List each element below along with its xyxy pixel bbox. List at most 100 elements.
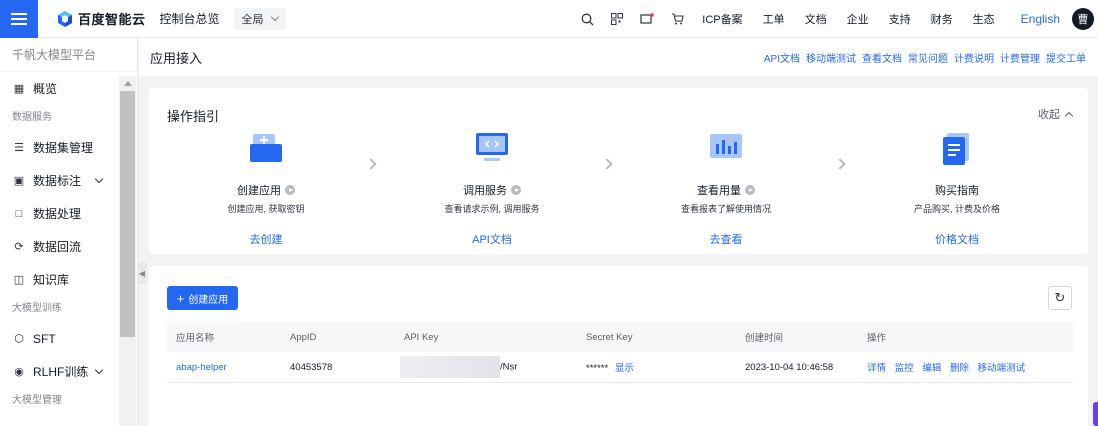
show-secret-link[interactable]: 显示 [615,363,634,374]
create-app-label: 创建应用 [188,294,229,306]
logo[interactable]: 百度智能云 [56,9,146,28]
api-key-mask [400,356,500,378]
chevron-right-icon [601,158,613,170]
col-actions: 操作 [867,333,887,344]
collapse-button[interactable]: 收起 [1038,106,1074,122]
top-right-nav: ICP备案 工单 文档 企业 支持 财务 生态 English 曹 [572,0,1098,38]
sidebar-collapse-handle[interactable]: ◀ [137,262,147,284]
search-icon[interactable] [572,0,602,38]
step-link-create[interactable]: 去创建 [186,231,346,247]
step-desc: 产品购买, 计费及价格 [913,204,1000,214]
qrcode-icon[interactable] [602,0,632,38]
step-name: 购买指南 [935,185,979,197]
sidebar-group-manage: 大模型管理 [12,395,62,406]
sidebar-scrollbar[interactable] [119,76,136,426]
action-delete[interactable]: 删除 [950,363,969,374]
table-row: abap-helper 40453578 /Nsr ****** 显示 2023… [167,352,1073,383]
nav-icp[interactable]: ICP备案 [692,11,752,27]
step-name: 调用服务 [463,185,507,197]
api-key-suffix: /Nsr [500,361,518,373]
app-name-link[interactable]: abap-helper [176,362,227,373]
purchase-guide-icon [937,130,977,168]
scrollbar-thumb[interactable] [120,91,135,337]
step-desc: 查看请求示例, 调用服务 [444,204,540,214]
floating-widget[interactable] [1093,402,1098,426]
nav-finance[interactable]: 财务 [921,11,963,27]
nav-ecosystem[interactable]: 生态 [963,11,1005,27]
link-submit-ticket[interactable]: 提交工单 [1046,50,1086,65]
avatar[interactable]: 曹 [1072,8,1094,30]
step-create-app: 创建应用 创建应用, 获取密钥 去创建 [186,130,346,247]
language-switch[interactable]: English [1005,12,1072,26]
action-mobile-test[interactable]: 移动端测试 [978,363,1026,374]
cart-icon[interactable] [662,0,692,38]
sidebar-item-dataset[interactable]: ☰ 数据集管理 [0,131,118,164]
chevron-up-icon [1064,111,1074,121]
api-key: /Nsr [395,356,577,378]
guide-card: 操作指引 收起 创建应用 创建应用, 获取密钥 去创建 调用服务 查看请求示例,… [149,88,1088,254]
link-faq[interactable]: 常见问题 [908,50,948,65]
step-link-view[interactable]: 去查看 [646,231,806,247]
nav-support[interactable]: 支持 [879,11,921,27]
step-view-usage: 查看用量 查看报表了解使用情况 去查看 [646,130,806,247]
grid-icon: ▦ [13,83,25,95]
create-app-icon [246,130,286,168]
action-details[interactable]: 详情 [867,363,886,374]
col-app-id: AppID [290,331,317,343]
step-call-service: 调用服务 查看请求示例, 调用服务 API文档 [412,130,572,247]
menu-icon[interactable] [0,0,38,38]
play-icon[interactable] [285,185,295,195]
process-icon: □ [15,207,23,220]
scroll-up-icon[interactable] [123,81,132,86]
link-billing-manage[interactable]: 计费管理 [1000,50,1040,65]
action-edit[interactable]: 编辑 [922,363,941,374]
collapse-label: 收起 [1038,109,1060,121]
secret-key: ****** 显示 [577,360,736,374]
link-view-docs[interactable]: 查看文档 [862,50,902,65]
chevron-down-icon [94,174,104,184]
sidebar-item-processing[interactable]: □ 数据处理 [0,197,118,230]
sidebar-item-knowledge[interactable]: ◫ 知识库 [0,263,118,296]
play-icon[interactable] [511,185,521,195]
nav-ticket[interactable]: 工单 [753,11,795,27]
link-mobile-test[interactable]: 移动端测试 [806,50,856,65]
region-select[interactable]: 全局 [233,7,286,30]
guide-title: 操作指引 [167,109,220,124]
nav-enterprise[interactable]: 企业 [837,11,879,27]
link-api-docs[interactable]: API文档 [764,50,800,65]
sidebar-item-overview[interactable]: ▦ 概览 [0,72,118,105]
chevron-down-icon [94,365,104,375]
database-icon: ☰ [14,142,24,154]
sidebar-title: 千帆大模型平台 [0,38,137,72]
logo-text: 百度智能云 [78,12,146,27]
recycle-icon: ⟳ [14,241,24,253]
step-link-api-docs[interactable]: API文档 [412,231,572,247]
page-header: 应用接入 API文档 移动端测试 查看文档 常见问题 计费说明 计费管理 提交工… [139,38,1098,76]
nav-docs[interactable]: 文档 [795,11,837,27]
book-icon: ◫ [13,274,25,286]
create-app-button[interactable]: + 创建应用 [167,286,238,310]
play-icon[interactable] [745,185,755,195]
refresh-button[interactable]: ↻ [1048,286,1072,310]
sidebar-item-rlhf[interactable]: ◉ RLHF训练 [0,355,118,388]
step-name: 创建应用 [237,185,281,197]
sidebar-item-sft[interactable]: ⬡ SFT [0,322,118,355]
sidebar-item-label: SFT [33,331,56,346]
link-billing-info[interactable]: 计费说明 [954,50,994,65]
step-link-pricing[interactable]: 价格文档 [877,231,1037,247]
col-created: 创建时间 [745,333,784,344]
sidebar-item-backflow[interactable]: ⟳ 数据回流 [0,230,118,263]
app-id: 40453578 [290,361,333,373]
logo-mark-icon [56,10,74,28]
action-monitor[interactable]: 监控 [895,363,914,374]
plus-icon: + [176,290,185,306]
sidebar-item-annotation[interactable]: ▣ 数据标注 [0,164,118,197]
console-overview-link[interactable]: 控制台总览 [160,10,220,27]
chevron-down-icon [270,12,279,22]
annotate-icon: ▣ [13,175,25,187]
chevron-right-icon [365,158,377,170]
message-icon[interactable] [632,0,662,38]
page-title: 应用接入 [150,50,203,66]
step-desc: 查看报表了解使用情况 [680,204,771,214]
sidebar-group-training: 大模型训练 [12,303,62,314]
